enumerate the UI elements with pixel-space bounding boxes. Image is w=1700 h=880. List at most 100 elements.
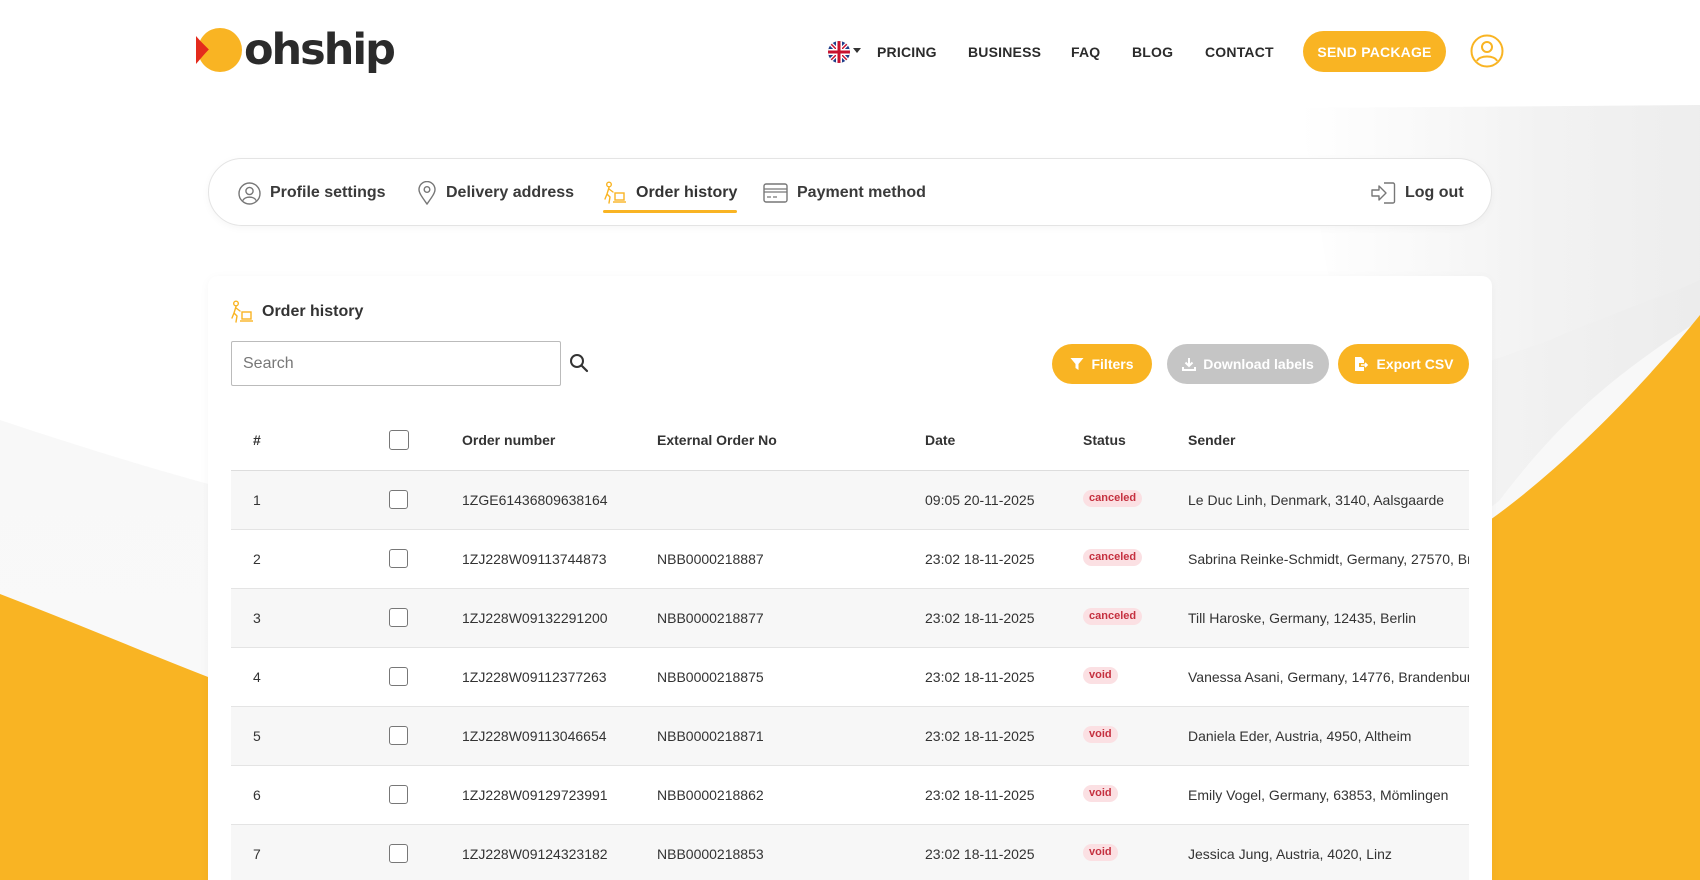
row-checkbox[interactable] bbox=[389, 490, 408, 509]
courier-icon bbox=[231, 300, 253, 323]
section-header: Order history bbox=[230, 300, 363, 324]
status-badge: canceled bbox=[1083, 490, 1143, 507]
row-index: 6 bbox=[231, 765, 307, 825]
row-index: 3 bbox=[231, 588, 307, 648]
nav-blog[interactable]: BLOG bbox=[1132, 40, 1173, 64]
search-icon[interactable] bbox=[568, 352, 590, 374]
external-order-no bbox=[657, 470, 925, 530]
col-header-status[interactable]: Status bbox=[1083, 410, 1188, 471]
user-circle-icon bbox=[238, 181, 261, 205]
uk-flag-icon[interactable] bbox=[828, 41, 850, 63]
logout-button[interactable]: Log out bbox=[1370, 159, 1464, 227]
sender: Jessica Jung, Austria, 4020, Linz bbox=[1188, 824, 1469, 880]
status-cell: void bbox=[1083, 824, 1188, 880]
status-cell: void bbox=[1083, 647, 1188, 707]
row-checkbox[interactable] bbox=[389, 844, 408, 863]
filters-label: Filters bbox=[1091, 356, 1134, 372]
order-date: 23:02 18-11-2025 bbox=[925, 765, 1083, 825]
status-badge: canceled bbox=[1083, 549, 1143, 566]
order-date: 23:02 18-11-2025 bbox=[925, 588, 1083, 648]
row-checkbox[interactable] bbox=[389, 608, 408, 627]
order-date: 23:02 18-11-2025 bbox=[925, 824, 1083, 880]
nav-faq[interactable]: FAQ bbox=[1071, 40, 1100, 64]
download-icon bbox=[1182, 358, 1197, 371]
row-select-cell bbox=[307, 647, 462, 707]
table-row[interactable]: 3 1ZJ228W09132291200 NBB0000218877 23:02… bbox=[231, 588, 1469, 648]
col-header-select bbox=[307, 410, 462, 471]
tab-profile-settings[interactable]: Profile settings bbox=[238, 159, 386, 227]
external-order-no: NBB0000218853 bbox=[657, 824, 925, 880]
tab-delivery-address[interactable]: Delivery address bbox=[417, 159, 574, 227]
export-csv-label: Export CSV bbox=[1376, 356, 1454, 372]
nav-contact[interactable]: CONTACT bbox=[1205, 40, 1274, 64]
order-number: 1ZGE61436809638164 bbox=[462, 470, 657, 530]
col-header-sender[interactable]: Sender bbox=[1188, 410, 1469, 471]
profile-tabs-bar: Profile settings Delivery address Order … bbox=[208, 158, 1492, 226]
table-row[interactable]: 5 1ZJ228W09113046654 NBB0000218871 23:02… bbox=[231, 706, 1469, 766]
map-pin-icon bbox=[418, 181, 436, 205]
col-header-order-number[interactable]: Order number bbox=[462, 410, 657, 471]
filters-button[interactable]: Filters bbox=[1052, 344, 1152, 384]
logo-mark-icon bbox=[196, 28, 242, 72]
status-cell: void bbox=[1083, 706, 1188, 766]
table-row[interactable]: 1 1ZGE61436809638164 09:05 20-11-2025 ca… bbox=[231, 470, 1469, 530]
section-title: Order history bbox=[262, 303, 364, 320]
nav-pricing[interactable]: PRICING bbox=[877, 40, 937, 64]
brand-logo[interactable]: ohship bbox=[194, 26, 396, 74]
table-row[interactable]: 2 1ZJ228W09113744873 NBB0000218887 23:02… bbox=[231, 529, 1469, 589]
col-header-external-order[interactable]: External Order No bbox=[657, 410, 925, 471]
order-number: 1ZJ228W09124323182 bbox=[462, 824, 657, 880]
row-index: 5 bbox=[231, 706, 307, 766]
row-select-cell bbox=[307, 529, 462, 589]
sender: Sabrina Reinke-Schmidt, Germany, 27570, … bbox=[1188, 529, 1469, 589]
order-date: 23:02 18-11-2025 bbox=[925, 647, 1083, 707]
download-labels-button[interactable]: Download labels bbox=[1167, 344, 1329, 384]
row-checkbox[interactable] bbox=[389, 549, 408, 568]
status-badge: void bbox=[1083, 785, 1118, 802]
table-row[interactable]: 4 1ZJ228W09112377263 NBB0000218875 23:02… bbox=[231, 647, 1469, 707]
order-history-card: Order history Filters Download labels Ex… bbox=[208, 276, 1492, 880]
credit-card-icon bbox=[763, 183, 788, 203]
language-caret-icon[interactable] bbox=[853, 48, 861, 53]
status-cell: canceled bbox=[1083, 529, 1188, 589]
select-all-checkbox[interactable] bbox=[389, 429, 409, 450]
tab-label: Delivery address bbox=[446, 184, 575, 201]
status-badge: void bbox=[1083, 726, 1118, 743]
order-date: 23:02 18-11-2025 bbox=[925, 706, 1083, 766]
top-header: ohship PRICING BUSINESS FAQ BLOG CONTACT… bbox=[0, 0, 1700, 100]
status-cell: void bbox=[1083, 765, 1188, 825]
order-date: 23:02 18-11-2025 bbox=[925, 529, 1083, 589]
account-icon[interactable] bbox=[1470, 34, 1504, 68]
table-header-row: # Order number External Order No Date St… bbox=[231, 410, 1469, 471]
row-checkbox[interactable] bbox=[389, 726, 408, 745]
search-input[interactable] bbox=[231, 341, 561, 386]
external-order-no: NBB0000218877 bbox=[657, 588, 925, 648]
order-number: 1ZJ228W09113744873 bbox=[462, 529, 657, 589]
status-badge: void bbox=[1083, 844, 1118, 861]
order-number: 1ZJ228W09112377263 bbox=[462, 647, 657, 707]
row-select-cell bbox=[307, 765, 462, 825]
col-header-date[interactable]: Date bbox=[925, 410, 1083, 471]
filter-icon bbox=[1070, 358, 1084, 370]
tab-payment-method[interactable]: Payment method bbox=[763, 159, 926, 227]
external-order-no: NBB0000218887 bbox=[657, 529, 925, 589]
table-row[interactable]: 6 1ZJ228W09129723991 NBB0000218862 23:02… bbox=[231, 765, 1469, 825]
orders-table: # Order number External Order No Date St… bbox=[231, 410, 1469, 880]
sender: Daniela Eder, Austria, 4950, Altheim bbox=[1188, 706, 1469, 766]
external-order-no: NBB0000218862 bbox=[657, 765, 925, 825]
row-select-cell bbox=[307, 470, 462, 530]
row-select-cell bbox=[307, 824, 462, 880]
send-package-button[interactable]: SEND PACKAGE bbox=[1303, 31, 1446, 72]
row-checkbox[interactable] bbox=[389, 785, 408, 804]
external-order-no: NBB0000218871 bbox=[657, 706, 925, 766]
status-cell: canceled bbox=[1083, 588, 1188, 648]
sender: Emily Vogel, Germany, 63853, Mömlingen bbox=[1188, 765, 1469, 825]
table-row[interactable]: 7 1ZJ228W09124323182 NBB0000218853 23:02… bbox=[231, 824, 1469, 880]
tab-label: Order history bbox=[636, 184, 738, 201]
export-csv-button[interactable]: Export CSV bbox=[1338, 344, 1469, 384]
row-checkbox[interactable] bbox=[389, 667, 408, 686]
download-labels-label: Download labels bbox=[1203, 356, 1314, 372]
sender: Le Duc Linh, Denmark, 3140, Aalsgaarde bbox=[1188, 470, 1469, 530]
nav-business[interactable]: BUSINESS bbox=[968, 40, 1041, 64]
tab-order-history[interactable]: Order history bbox=[603, 159, 738, 227]
